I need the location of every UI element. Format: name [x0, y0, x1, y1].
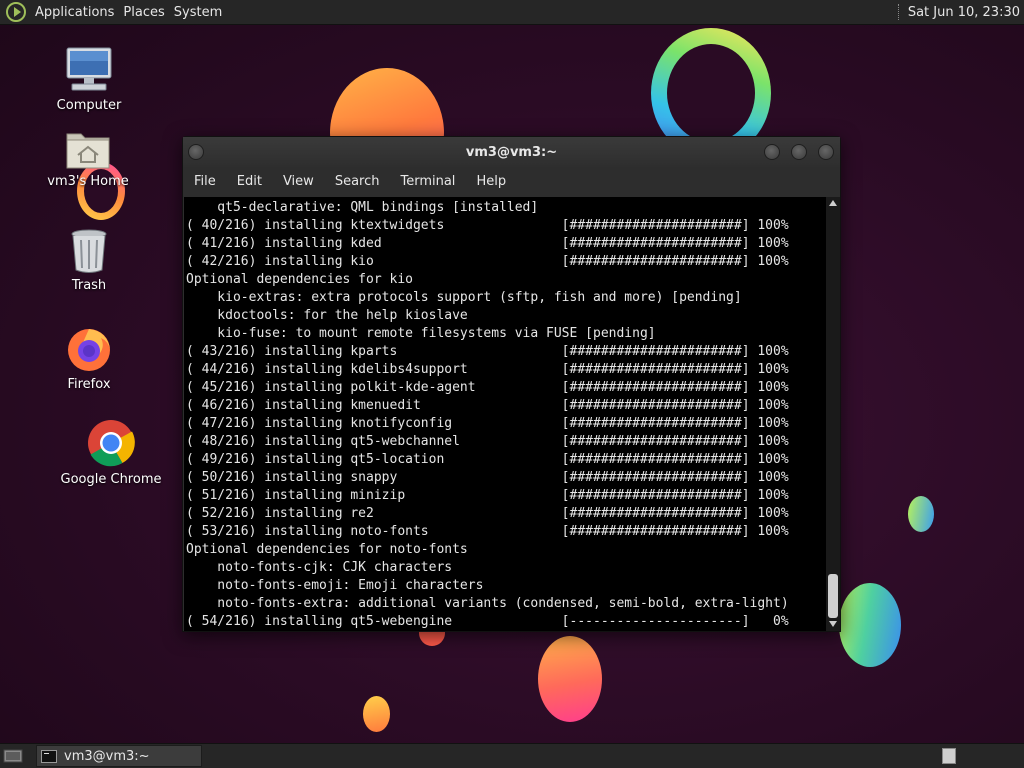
decor-blob-pink [538, 636, 602, 722]
menu-file[interactable]: File [184, 174, 226, 189]
decor-blob-small-orange [363, 696, 390, 732]
terminal-line: ( 44/216) installing kdelibs4support [##… [186, 362, 789, 377]
firefox-icon [68, 329, 110, 371]
terminal-line: ( 40/216) installing ktextwidgets [#####… [186, 218, 789, 233]
terminal-line: ( 45/216) installing polkit-kde-agent [#… [186, 380, 789, 395]
terminal-line: Optional dependencies for noto-fonts [186, 542, 468, 557]
menu-search[interactable]: Search [325, 174, 390, 189]
terminal-menubar: File Edit View Search Terminal Help [183, 167, 840, 196]
terminal-icon [41, 749, 57, 763]
decor-blob-green-blue [839, 583, 901, 667]
menu-applications[interactable]: Applications [35, 3, 114, 22]
desktop-icon-firefox[interactable]: Firefox [34, 325, 144, 392]
desktop-icon-computer[interactable]: Computer [34, 44, 144, 113]
desktop-icon-home[interactable]: vm3's Home [33, 128, 143, 189]
terminal-line: ( 43/216) installing kparts [###########… [186, 344, 789, 359]
computer-icon [66, 47, 112, 91]
menu-edit[interactable]: Edit [227, 174, 272, 189]
terminal-output[interactable]: qt5-declarative: QML bindings [installed… [184, 197, 826, 631]
desktop-icon-label: Firefox [67, 377, 111, 392]
terminal-line: noto-fonts-cjk: CJK characters [186, 560, 453, 575]
workspace-switcher[interactable] [942, 748, 956, 764]
clock[interactable]: Sat Jun 10, 23:30 [908, 5, 1020, 20]
taskbar-item-terminal[interactable]: vm3@vm3:~ [36, 745, 202, 767]
menu-terminal[interactable]: Terminal [390, 174, 465, 189]
terminal-scrollbar[interactable] [826, 197, 840, 631]
terminal-line: ( 42/216) installing kio [##############… [186, 254, 789, 269]
terminal-window[interactable]: vm3@vm3:~ File Edit View Search Terminal… [182, 136, 841, 632]
terminal-line: ( 50/216) installing snappy [###########… [186, 470, 789, 485]
scroll-down-arrow-icon[interactable] [829, 621, 837, 627]
terminal-line: qt5-declarative: QML bindings [installed… [186, 200, 539, 215]
terminal-line: ( 54/216) installing qt5-webengine [----… [186, 614, 789, 629]
clock-applet[interactable]: Sat Jun 10, 23:30 [897, 4, 1024, 20]
bottom-panel: vm3@vm3:~ [0, 743, 1024, 768]
maximize-button[interactable] [791, 144, 807, 160]
terminal-line: kio-fuse: to mount remote filesystems vi… [186, 326, 656, 341]
show-desktop-button[interactable] [2, 747, 24, 765]
scroll-up-arrow-icon[interactable] [829, 200, 837, 206]
menu-system[interactable]: System [174, 3, 222, 22]
terminal-line: noto-fonts-extra: additional variants (c… [186, 596, 789, 611]
top-panel: Applications Places System Sat Jun 10, 2… [0, 0, 1024, 25]
desktop-icon-label: Google Chrome [60, 472, 162, 487]
window-title: vm3@vm3:~ [465, 144, 558, 160]
decor-blob-tiny [908, 496, 934, 532]
terminal-line: kio-extras: extra protocols support (sft… [186, 290, 742, 305]
menu-help[interactable]: Help [466, 174, 516, 189]
taskbar-item-label: vm3@vm3:~ [64, 748, 150, 764]
panel-separator [897, 4, 900, 20]
menu-places[interactable]: Places [123, 3, 164, 22]
desktop-icon-trash[interactable]: Trash [34, 228, 144, 293]
chrome-icon [88, 420, 135, 467]
desktop-icon-label: vm3's Home [47, 174, 129, 189]
terminal-line: noto-fonts-emoji: Emoji characters [186, 578, 484, 593]
terminal-line: ( 53/216) installing noto-fonts [#######… [186, 524, 789, 539]
distro-logo-icon[interactable] [6, 2, 26, 22]
minimize-button[interactable] [764, 144, 780, 160]
trash-icon [71, 229, 107, 273]
terminal-line: Optional dependencies for kio [186, 272, 413, 287]
close-button[interactable] [818, 144, 834, 160]
terminal-line: ( 52/216) installing re2 [##############… [186, 506, 789, 521]
terminal-line: ( 51/216) installing minizip [##########… [186, 488, 789, 503]
terminal-line: ( 49/216) installing qt5-location [#####… [186, 452, 789, 467]
menu-view[interactable]: View [273, 174, 324, 189]
terminal-line: ( 47/216) installing knotifyconfig [####… [186, 416, 789, 431]
show-desktop-icon [3, 749, 23, 763]
desktop-icon-chrome[interactable]: Google Chrome [56, 418, 166, 487]
terminal-line: ( 48/216) installing qt5-webchannel [###… [186, 434, 789, 449]
window-titlebar[interactable]: vm3@vm3:~ [183, 137, 840, 167]
home-folder-icon [66, 133, 110, 169]
desktop-icon-label: Computer [56, 98, 122, 113]
scrollbar-thumb[interactable] [828, 574, 838, 618]
terminal-line: ( 46/216) installing kmenuedit [########… [186, 398, 789, 413]
terminal-line: ( 41/216) installing kded [#############… [186, 236, 789, 251]
window-menu-button[interactable] [188, 144, 204, 160]
terminal-line: kdoctools: for the help kioslave [186, 308, 468, 323]
desktop-icon-label: Trash [71, 278, 107, 293]
